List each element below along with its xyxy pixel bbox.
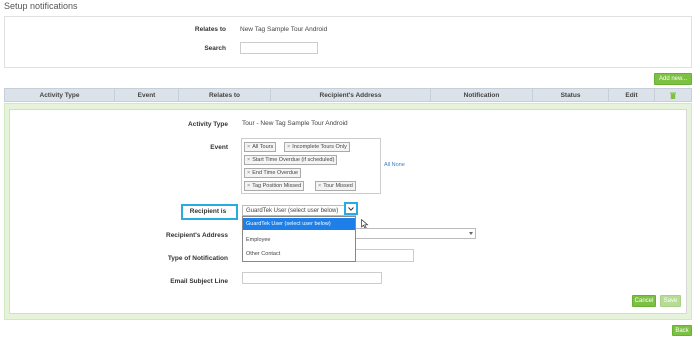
recipient-is-label: Recipient is xyxy=(189,208,227,215)
event-tag[interactable]: × End Time Overdue xyxy=(244,168,302,178)
column-activity-type[interactable]: Activity Type xyxy=(5,89,115,101)
cancel-button[interactable]: Cancel xyxy=(632,295,656,307)
event-multiselect[interactable]: × All Tours × Incomplete Tours Only × Start… xyxy=(241,138,381,194)
page-title: Setup notifications xyxy=(4,1,78,11)
type-of-notification-label: Type of Notification xyxy=(167,255,228,262)
add-new-button[interactable]: Add new... xyxy=(654,73,692,85)
filter-panel xyxy=(4,16,692,68)
email-subject-label: Email Subject Line xyxy=(170,278,228,285)
recipient-option-employee[interactable]: Employee xyxy=(243,234,355,246)
recipient-option-other-contact[interactable]: Other Contact xyxy=(243,248,355,260)
search-label: Search xyxy=(204,45,226,52)
search-input[interactable] xyxy=(240,42,318,54)
event-label: Event xyxy=(210,144,228,151)
back-button[interactable]: Back xyxy=(672,325,692,336)
delete-all-button[interactable] xyxy=(655,89,691,101)
column-recipient-address[interactable]: Recipient's Address xyxy=(271,89,431,101)
recipient-dropdown-toggle[interactable] xyxy=(344,202,358,215)
column-relates-to[interactable]: Relates to xyxy=(179,89,271,101)
recipient-address-label: Recipient's Address xyxy=(166,232,228,239)
all-none-link[interactable]: All None xyxy=(384,162,405,168)
recipient-dropdown-list: GuardTek User (select user below) Employ… xyxy=(242,216,356,262)
column-notification[interactable]: Notification xyxy=(431,89,533,101)
event-tag[interactable]: × Tour Missed xyxy=(315,181,356,191)
table-header: Activity Type Event Relates to Recipient… xyxy=(4,88,692,102)
recipient-is-select[interactable]: GuardTek User (select user below) xyxy=(242,205,356,216)
event-tag[interactable]: × All Tours xyxy=(244,142,277,152)
column-edit[interactable]: Edit xyxy=(609,89,655,101)
column-status[interactable]: Status xyxy=(533,89,609,101)
recipient-option-guardtek-user[interactable]: GuardTek User (select user below) xyxy=(243,218,355,230)
caret-down-icon xyxy=(469,232,473,235)
event-tag[interactable]: × Start Time Overdue (if scheduled) xyxy=(244,155,338,165)
activity-type-value: Tour - New Tag Sample Tour Android xyxy=(242,120,348,127)
chevron-down-icon xyxy=(348,206,354,211)
activity-type-label: Activity Type xyxy=(188,121,228,128)
relates-to-value: New Tag Sample Tour Android xyxy=(240,26,328,33)
event-tag[interactable]: × Tag Position Missed xyxy=(244,181,305,191)
event-tag[interactable]: × Incomplete Tours Only xyxy=(284,142,350,152)
relates-to-label: Relates to xyxy=(194,26,226,33)
trash-icon xyxy=(670,92,676,99)
save-button[interactable]: Save xyxy=(660,295,681,307)
column-event[interactable]: Event xyxy=(115,89,179,101)
email-subject-input[interactable] xyxy=(242,272,382,284)
